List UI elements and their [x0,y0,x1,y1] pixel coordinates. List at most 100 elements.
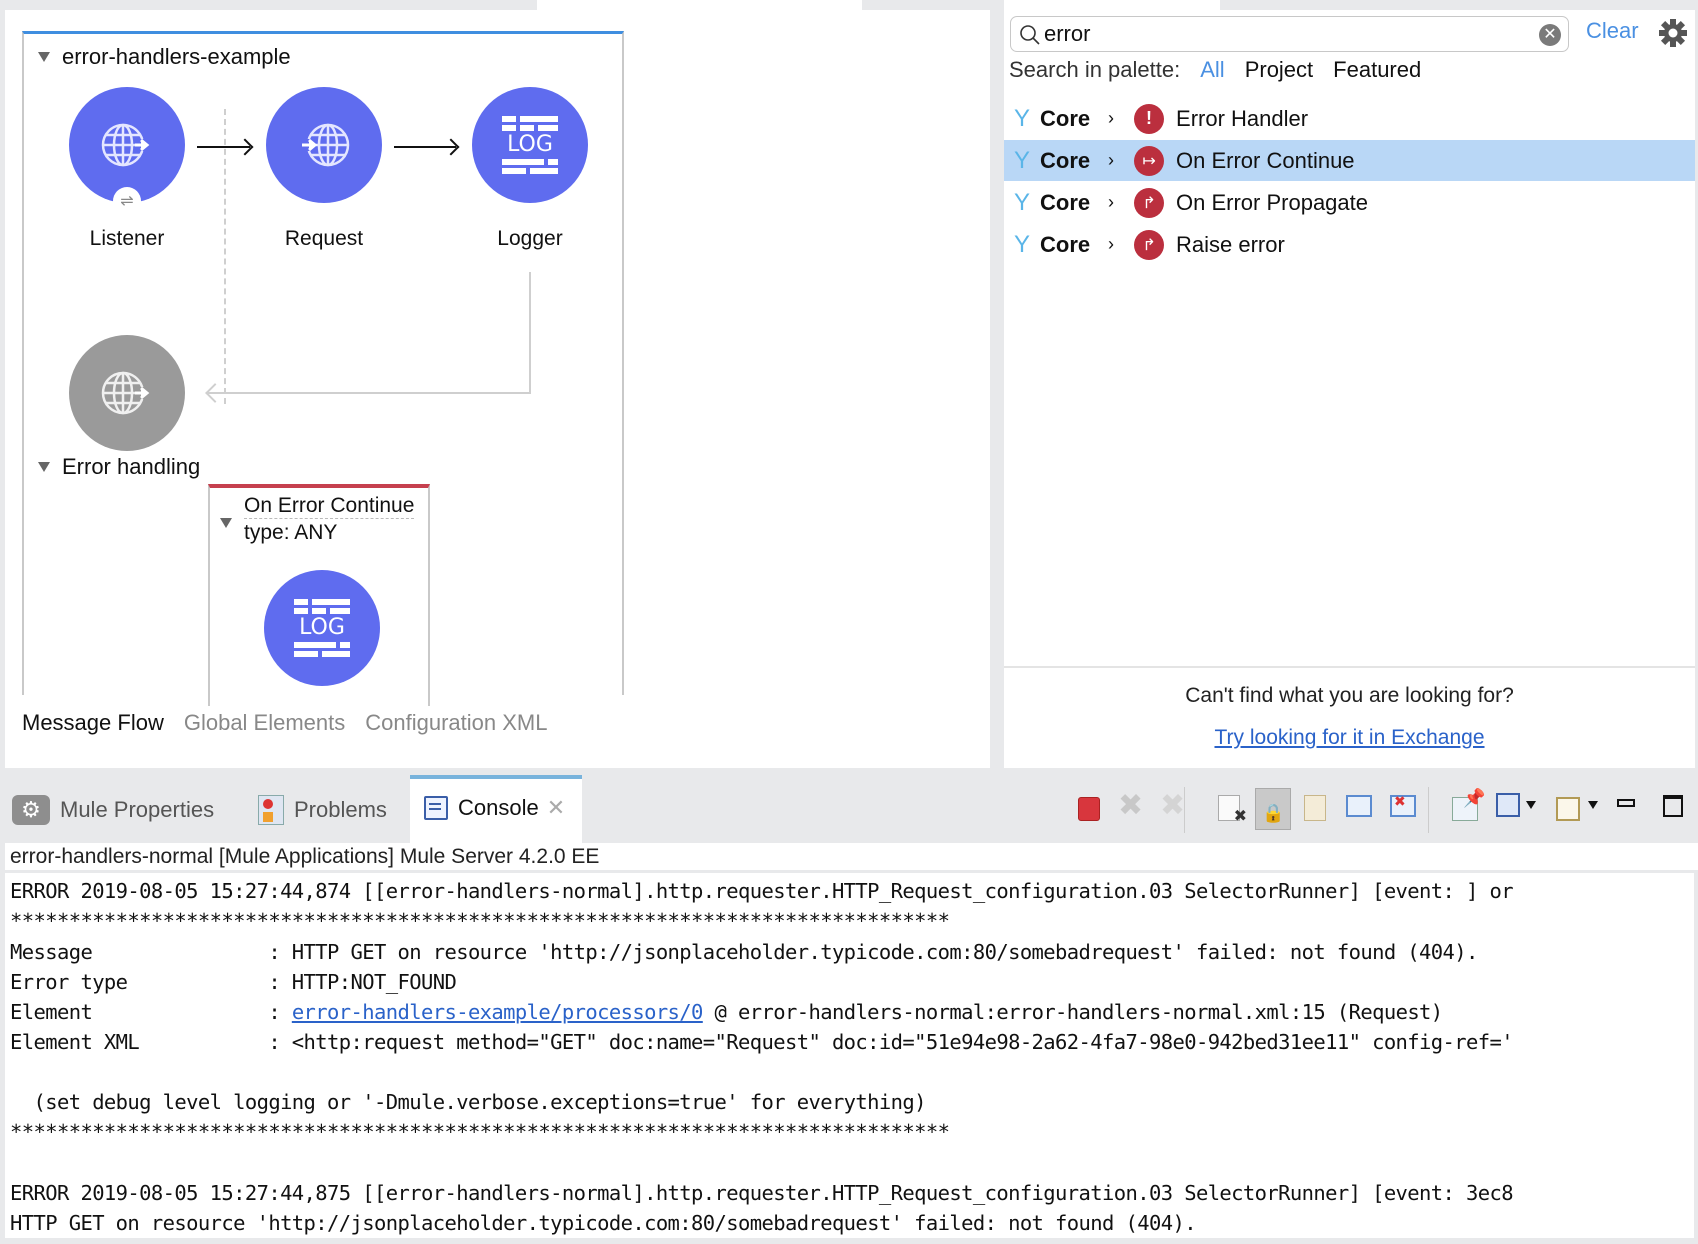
tab-label: Mule Properties [60,797,215,822]
core-module-icon: Y [1014,230,1031,258]
tab-message-flow[interactable]: Message Flow [22,710,164,736]
element-link[interactable]: error-handlers-example/processors/0 [292,1000,704,1024]
on-error-continue-icon: ↦ [1134,145,1165,176]
console-output[interactable]: ERROR 2019-08-05 15:27:44,874 [[error-ha… [5,873,1694,1238]
error-handler-icon: ! [1134,103,1165,134]
result-label: Error Handler [1176,105,1309,131]
palette-result[interactable]: Y Core › ! Error Handler [1004,98,1695,139]
handler-title: On Error Continue [244,494,415,519]
console-line: Error type : HTTP:NOT_FOUND [10,970,457,994]
console-icon [424,796,448,820]
module-name: Core [1040,189,1091,215]
tab-global-elements[interactable]: Global Elements [184,710,345,736]
console-line: ****************************************… [10,1120,950,1144]
module-name: Core [1040,105,1091,131]
core-module-icon: Y [1014,146,1031,174]
error-handling-label: Error handling [62,454,201,479]
maximize-icon[interactable] [1663,795,1683,817]
clear-console-icon[interactable]: ✖ [1218,795,1247,825]
http-listener-icon [101,123,150,167]
chevron-right-icon: › [1108,234,1115,254]
tab-configuration-xml[interactable]: Configuration XML [365,710,547,736]
console-text: Element : [10,1000,292,1024]
console-title: error-handlers-normal [Mule Applications… [5,843,1698,870]
palette-result[interactable]: Y Core › ↱ Raise error [1004,224,1695,265]
console-line: (set debug level logging or '-Dmule.verb… [10,1090,926,1114]
console-line: ERROR 2019-08-05 15:27:44,875 [[error-ha… [10,1181,1514,1205]
word-wrap-icon[interactable] [1304,795,1326,821]
module-name: Core [1040,231,1091,257]
return-arrow-head-icon [205,383,225,403]
show-on-stdout-icon[interactable] [1346,795,1372,817]
listener-node[interactable]: ⇌ [69,87,185,215]
search-in-label: Search in palette: [1009,57,1181,82]
result-label: On Error Propagate [1176,189,1368,215]
exchange-arrows-icon: ⇌ [120,193,134,210]
terminate-icon[interactable] [1078,797,1100,821]
scroll-lock-icon[interactable]: 🔒 [1255,788,1291,830]
logger-icon: LOG [294,599,350,657]
result-label: On Error Continue [1176,147,1355,173]
on-error-propagate-icon: ↱ [1134,187,1165,218]
collapse-triangle-icon[interactable] [38,462,50,472]
chevron-down-icon[interactable] [1588,801,1598,809]
chevron-down-icon[interactable] [1526,801,1536,809]
flow-name: error-handlers-example [62,44,291,69]
palette-result[interactable]: Y Core › ↱ On Error Propagate [1004,182,1695,223]
search-input[interactable]: error [1044,21,1090,47]
chevron-right-icon: › [1108,150,1115,170]
open-console-icon[interactable] [1556,797,1580,821]
palette-result-selected[interactable]: Y Core › ↦ On Error Continue [1004,140,1695,181]
source-badge: ⇌ [113,187,141,215]
close-icon[interactable]: ✕ [547,795,565,821]
flow-header[interactable]: error-handlers-example [38,44,291,70]
node-label: Listener [89,227,165,250]
tab-label: Console [458,795,539,820]
http-listener-response-icon [101,371,150,415]
filter-featured[interactable]: Featured [1333,57,1421,83]
return-connector [207,392,531,394]
listener-response-node[interactable] [69,335,185,451]
collapse-triangle-icon[interactable] [38,52,50,62]
toolbar-separator [1184,787,1185,833]
exchange-link[interactable]: Try looking for it in Exchange [1004,726,1695,750]
flow-canvas-panel: error-handlers-example ⇌ Listener Reques… [5,10,990,768]
console-line: Message : HTTP GET on resource 'http://j… [10,940,1478,964]
http-request-icon [302,123,350,167]
chevron-right-icon: › [1108,108,1115,128]
chevron-right-icon: › [1108,192,1115,212]
show-on-stderr-icon[interactable]: ✖ [1390,793,1416,817]
filter-project[interactable]: Project [1245,57,1313,83]
gear-icon[interactable] [1658,18,1688,48]
logger-node[interactable]: LOG [264,570,380,686]
collapse-triangle-icon[interactable] [220,518,232,528]
editor-tabs: Message Flow Global Elements Configurati… [22,710,547,736]
minimize-icon[interactable] [1617,799,1635,807]
clear-search-icon[interactable]: ✕ [1539,24,1561,46]
tab-mule-properties[interactable]: ⚙ Mule Properties [12,795,214,825]
core-module-icon: Y [1014,104,1031,132]
clear-button[interactable]: Clear [1586,18,1639,44]
view-tab-bar: ⚙ Mule Properties Problems Console ✕ ✖ ✖… [0,775,1698,843]
on-error-continue-scope[interactable]: On Error Continue type: ANY LOG [208,484,430,706]
display-console-icon[interactable] [1496,793,1520,817]
request-node[interactable] [266,87,382,203]
palette-search-field[interactable]: error ✕ [1010,16,1569,52]
source-divider [224,109,226,404]
mule-palette: error ✕ Clear Search in palette: All Pro… [1004,10,1695,768]
filter-all[interactable]: All [1200,57,1224,83]
return-connector [529,272,531,394]
raise-error-icon: ↱ [1134,229,1165,260]
tab-console[interactable]: Console ✕ [410,775,582,843]
pin-console-icon[interactable]: 📌 [1452,788,1485,821]
console-text: @ error-handlers-normal:error-handlers-n… [702,1000,1444,1024]
console-line: ERROR 2019-08-05 15:27:44,874 [[error-ha… [10,879,1514,903]
logger-node[interactable]: LOG [472,87,588,203]
logger-icon: LOG [502,116,558,174]
tab-problems[interactable]: Problems [258,795,387,825]
error-handling-header[interactable]: Error handling [38,454,200,480]
remove-launch-icon[interactable]: ✖ [1118,791,1146,821]
node-label: Logger [497,227,563,250]
toolbar-separator [1428,787,1429,833]
search-icon [1020,25,1040,45]
